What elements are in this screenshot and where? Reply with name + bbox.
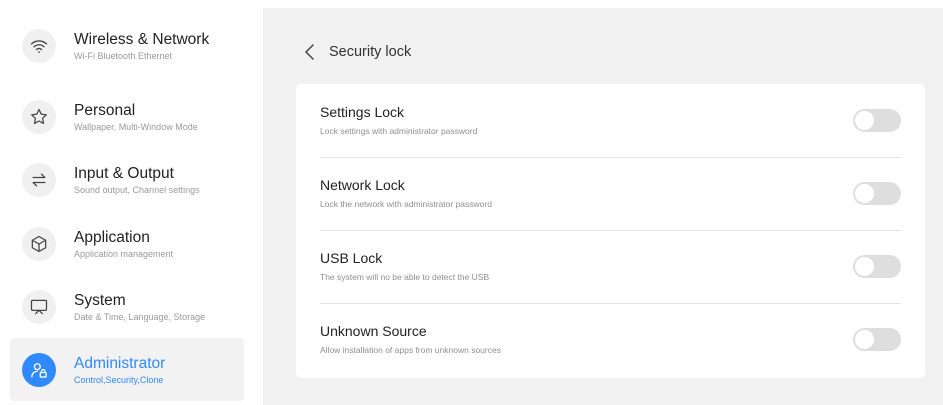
toggle-knob [855, 257, 874, 276]
sidebar-item-input-output[interactable]: Input & Output Sound output, Channel set… [10, 148, 244, 211]
sidebar-item-subtitle: Control,Security,Clone [74, 374, 164, 385]
usb-lock-toggle[interactable] [853, 255, 901, 278]
sidebar-item-administrator[interactable]: Administrator Control,Security,Clone [10, 338, 244, 401]
sidebar-item-title: Administrator [74, 354, 166, 372]
sidebar-item-wireless-network[interactable]: Wireless & Network Wi-Fi Bluetooth Ether… [10, 14, 244, 77]
setting-title: USB Lock [320, 250, 383, 266]
sidebar-item-subtitle: Sound output, Channel settings [74, 184, 200, 195]
setting-row-network-lock[interactable]: Network Lock Lock the network with admin… [320, 157, 901, 230]
sidebar-item-subtitle: Wi-Fi Bluetooth Ethernet [74, 50, 173, 61]
wifi-icon [22, 28, 56, 63]
setting-row-usb-lock[interactable]: USB Lock The system will no be able to d… [320, 230, 901, 303]
divider [320, 230, 901, 231]
page-title: Security lock [329, 44, 412, 60]
sidebar-item-title: Wireless & Network [74, 30, 210, 48]
network-lock-toggle[interactable] [853, 182, 901, 205]
setting-description: Lock settings with administrator passwor… [320, 126, 478, 136]
divider [320, 303, 901, 304]
admin-lock-icon [22, 352, 56, 387]
sidebar-item-title: Input & Output [74, 164, 174, 182]
back-button[interactable]: Security lock [303, 40, 411, 64]
star-icon [22, 99, 56, 134]
setting-title: Network Lock [320, 177, 405, 193]
swap-arrows-icon [22, 162, 56, 197]
sidebar-item-title: System [74, 291, 126, 309]
sidebar-item-subtitle: Application management [74, 248, 174, 259]
toggle-knob [855, 111, 874, 130]
sidebar-item-system[interactable]: System Date & Time, Language, Storage [10, 275, 244, 338]
sidebar-item-subtitle: Date & Time, Language, Storage [74, 311, 206, 322]
security-lock-panel: Settings Lock Lock settings with adminis… [296, 84, 925, 378]
setting-description: The system will no be able to detect the… [320, 272, 490, 282]
unknown-source-toggle[interactable] [853, 328, 901, 351]
chevron-left-icon[interactable] [303, 43, 317, 61]
setting-description: Allow installation of apps from unknown … [320, 345, 501, 355]
toggle-knob [855, 184, 874, 203]
sidebar-item-subtitle: Wallpaper, Multi-Window Mode [74, 121, 198, 132]
sidebar-item-title: Personal [74, 101, 136, 119]
setting-description: Lock the network with administrator pass… [320, 199, 492, 209]
sidebar: Wireless & Network Wi-Fi Bluetooth Ether… [0, 0, 255, 405]
cube-icon [22, 226, 56, 261]
divider [320, 157, 901, 158]
sidebar-item-title: Application [74, 228, 150, 246]
sidebar-item-personal[interactable]: Personal Wallpaper, Multi-Window Mode [10, 85, 244, 148]
main-content: Security lock Settings Lock Lock setting… [263, 8, 943, 405]
toggle-knob [855, 330, 874, 349]
setting-row-unknown-source[interactable]: Unknown Source Allow installation of app… [320, 303, 901, 376]
setting-title: Unknown Source [320, 323, 427, 339]
setting-title: Settings Lock [320, 104, 405, 120]
monitor-icon [22, 289, 56, 324]
sidebar-item-application[interactable]: Application Application management [10, 212, 244, 275]
setting-row-settings-lock[interactable]: Settings Lock Lock settings with adminis… [320, 84, 901, 157]
settings-lock-toggle[interactable] [853, 109, 901, 132]
